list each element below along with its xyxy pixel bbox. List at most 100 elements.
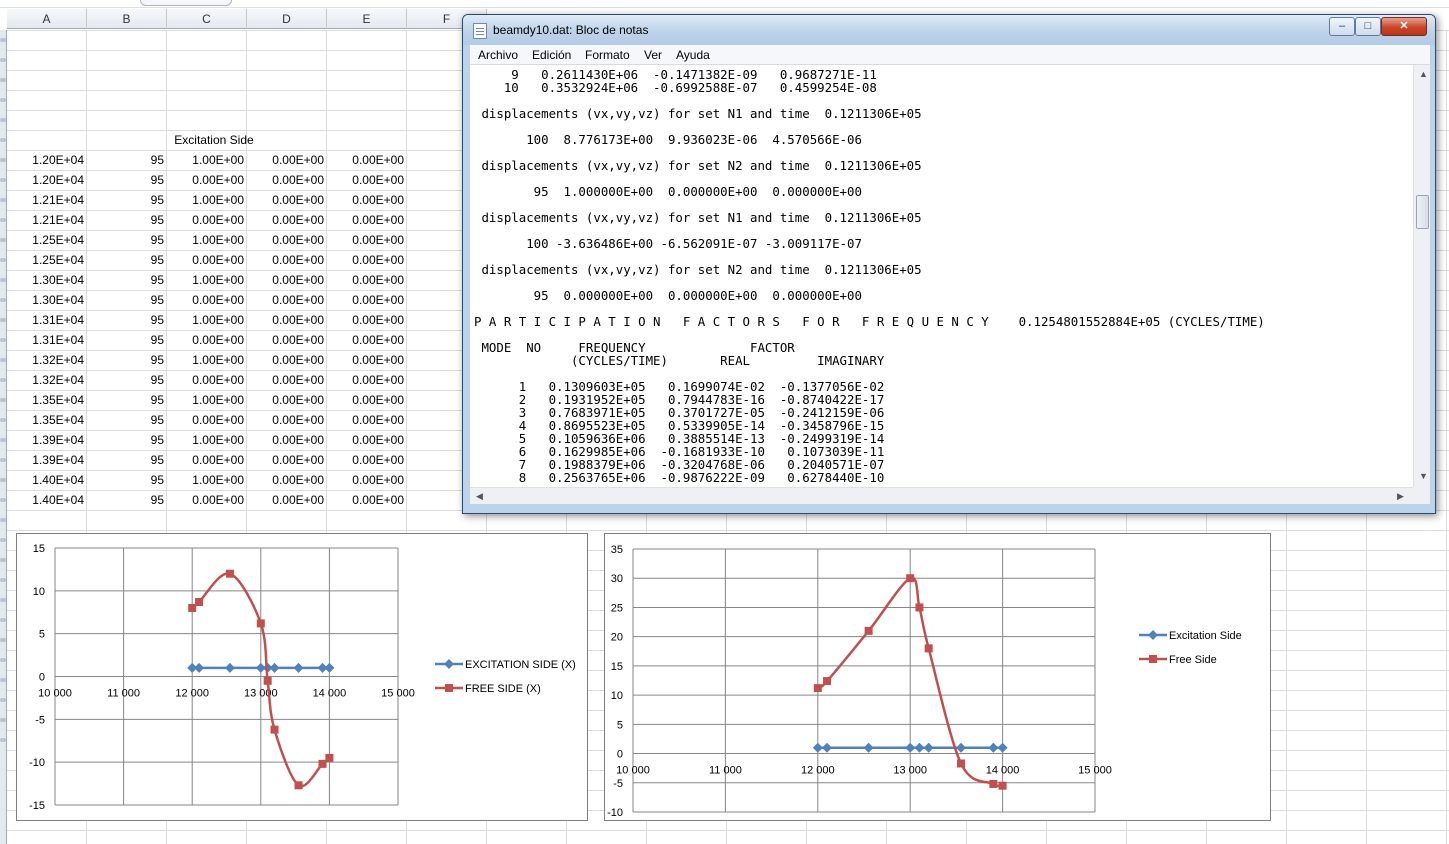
table-cell[interactable]: 95 bbox=[87, 450, 167, 470]
row-header[interactable] bbox=[0, 78, 6, 82]
table-cell[interactable]: 1.32E+04 bbox=[7, 350, 87, 370]
row-header[interactable] bbox=[0, 718, 6, 722]
row-header[interactable] bbox=[0, 738, 6, 742]
row-header[interactable] bbox=[0, 658, 6, 662]
table-cell[interactable]: 0.00E+00 bbox=[327, 350, 407, 370]
table-cell[interactable]: 1.00E+00 bbox=[167, 350, 247, 370]
table-cell[interactable]: 0.00E+00 bbox=[247, 330, 327, 350]
table-cell[interactable]: 0.00E+00 bbox=[247, 250, 327, 270]
text-area[interactable]: 9 0.2611430E+06 -0.1471382E-09 0.9687271… bbox=[470, 65, 1413, 487]
table-cell[interactable]: 0.00E+00 bbox=[327, 170, 407, 190]
table-cell[interactable]: 0.00E+00 bbox=[327, 370, 407, 390]
menu-ayuda[interactable]: Ayuda bbox=[676, 48, 710, 62]
row-header[interactable] bbox=[0, 98, 6, 102]
menu-edicion[interactable]: Edición bbox=[532, 48, 571, 62]
table-cell[interactable]: 1.21E+04 bbox=[7, 190, 87, 210]
table-cell[interactable]: 95 bbox=[87, 230, 167, 250]
table-cell[interactable]: 0.00E+00 bbox=[247, 470, 327, 490]
row-header[interactable] bbox=[0, 318, 6, 322]
chart-excitation-free-x[interactable]: 15 10 5 0 -5 -10 -15 10 000 11 000 12 000 13 000 14… bbox=[16, 533, 588, 821]
table-cell[interactable]: 0.00E+00 bbox=[167, 210, 247, 230]
table-cell[interactable]: 0.00E+00 bbox=[327, 230, 407, 250]
table-cell[interactable]: 1.25E+04 bbox=[7, 250, 87, 270]
row-header[interactable] bbox=[0, 138, 6, 142]
table-cell[interactable]: 95 bbox=[87, 170, 167, 190]
table-cell[interactable]: 1.31E+04 bbox=[7, 310, 87, 330]
column-header[interactable]: B bbox=[87, 9, 167, 29]
table-cell[interactable]: 0.00E+00 bbox=[167, 410, 247, 430]
table-cell[interactable]: 95 bbox=[87, 150, 167, 170]
table-cell[interactable]: 1.20E+04 bbox=[7, 150, 87, 170]
table-cell[interactable]: 0.00E+00 bbox=[327, 270, 407, 290]
table-cell[interactable]: 95 bbox=[87, 270, 167, 290]
maximize-button[interactable]: □ bbox=[1355, 17, 1381, 36]
table-cell[interactable]: 1.20E+04 bbox=[7, 170, 87, 190]
table-cell[interactable]: 1.00E+00 bbox=[167, 230, 247, 250]
table-cell[interactable]: 0.00E+00 bbox=[247, 270, 327, 290]
menu-formato[interactable]: Formato bbox=[585, 48, 630, 62]
table-cell[interactable]: 1.35E+04 bbox=[7, 410, 87, 430]
table-cell[interactable]: 1.31E+04 bbox=[7, 330, 87, 350]
row-header[interactable] bbox=[0, 578, 6, 582]
scroll-right-arrow-icon[interactable]: ▶ bbox=[1397, 491, 1404, 502]
table-cell[interactable]: 0.00E+00 bbox=[247, 190, 327, 210]
table-cell[interactable]: 0.00E+00 bbox=[327, 490, 407, 510]
table-cell[interactable]: 0.00E+00 bbox=[167, 490, 247, 510]
row-header[interactable] bbox=[0, 218, 6, 222]
table-cell[interactable]: 0.00E+00 bbox=[327, 470, 407, 490]
table-cell[interactable]: 1.40E+04 bbox=[7, 490, 87, 510]
table-cell[interactable]: 0.00E+00 bbox=[167, 370, 247, 390]
table-cell[interactable]: 0.00E+00 bbox=[247, 170, 327, 190]
table-cell[interactable]: 0.00E+00 bbox=[327, 330, 407, 350]
row-header[interactable] bbox=[0, 258, 6, 262]
menu-archivo[interactable]: Archivo bbox=[478, 48, 518, 62]
row-header[interactable] bbox=[0, 118, 6, 122]
column-header[interactable]: A bbox=[7, 9, 87, 29]
table-cell[interactable]: 95 bbox=[87, 350, 167, 370]
table-cell[interactable]: 0.00E+00 bbox=[327, 390, 407, 410]
table-cell[interactable]: 1.40E+04 bbox=[7, 470, 87, 490]
table-cell[interactable]: 0.00E+00 bbox=[167, 250, 247, 270]
row-header[interactable] bbox=[0, 238, 6, 242]
row-header[interactable] bbox=[0, 298, 6, 302]
scroll-down-arrow-icon[interactable]: ▼ bbox=[1419, 471, 1428, 481]
table-cell[interactable]: 0.00E+00 bbox=[327, 450, 407, 470]
table-cell[interactable]: 95 bbox=[87, 190, 167, 210]
table-cell[interactable]: 95 bbox=[87, 310, 167, 330]
table-cell[interactable]: 0.00E+00 bbox=[167, 330, 247, 350]
table-cell[interactable]: 95 bbox=[87, 370, 167, 390]
row-header[interactable] bbox=[0, 438, 6, 442]
table-cell[interactable]: 0.00E+00 bbox=[247, 350, 327, 370]
table-cell[interactable]: 0.00E+00 bbox=[247, 390, 327, 410]
notepad-window[interactable]: beamdy10.dat: Bloc de notas – □ ✕ Archiv… bbox=[462, 14, 1436, 514]
table-cell[interactable]: 1.39E+04 bbox=[7, 430, 87, 450]
table-cell[interactable]: 0.00E+00 bbox=[247, 210, 327, 230]
table-cell[interactable]: 1.00E+00 bbox=[167, 470, 247, 490]
menu-ver[interactable]: Ver bbox=[644, 48, 662, 62]
table-cell[interactable]: 0.00E+00 bbox=[327, 430, 407, 450]
row-header[interactable] bbox=[0, 558, 6, 562]
row-header[interactable] bbox=[0, 58, 6, 62]
close-button[interactable]: ✕ bbox=[1381, 17, 1427, 36]
row-header[interactable] bbox=[0, 598, 6, 602]
table-cell[interactable]: 0.00E+00 bbox=[247, 290, 327, 310]
table-cell[interactable]: 95 bbox=[87, 250, 167, 270]
table-cell[interactable]: 95 bbox=[87, 210, 167, 230]
row-header[interactable] bbox=[0, 378, 6, 382]
table-cell[interactable]: 0.00E+00 bbox=[247, 450, 327, 470]
table-cell[interactable]: 0.00E+00 bbox=[327, 310, 407, 330]
table-cell[interactable]: 1.00E+00 bbox=[167, 190, 247, 210]
row-header[interactable] bbox=[0, 278, 6, 282]
table-cell[interactable]: 1.30E+04 bbox=[7, 270, 87, 290]
row-header[interactable] bbox=[0, 198, 6, 202]
chart-excitation-free-side[interactable]: 35 30 25 20 15 10 5 0 -5 -10 10 000 11 000 12 000 13 … bbox=[604, 533, 1271, 821]
column-header[interactable]: C bbox=[167, 9, 247, 29]
table-cell[interactable]: 1.32E+04 bbox=[7, 370, 87, 390]
row-header[interactable] bbox=[0, 358, 6, 362]
row-header[interactable] bbox=[0, 418, 6, 422]
row-header[interactable] bbox=[0, 478, 6, 482]
table-cell[interactable]: 0.00E+00 bbox=[247, 230, 327, 250]
table-cell[interactable]: 0.00E+00 bbox=[247, 150, 327, 170]
table-cell[interactable]: 0.00E+00 bbox=[167, 170, 247, 190]
table-cell[interactable]: 1.30E+04 bbox=[7, 290, 87, 310]
